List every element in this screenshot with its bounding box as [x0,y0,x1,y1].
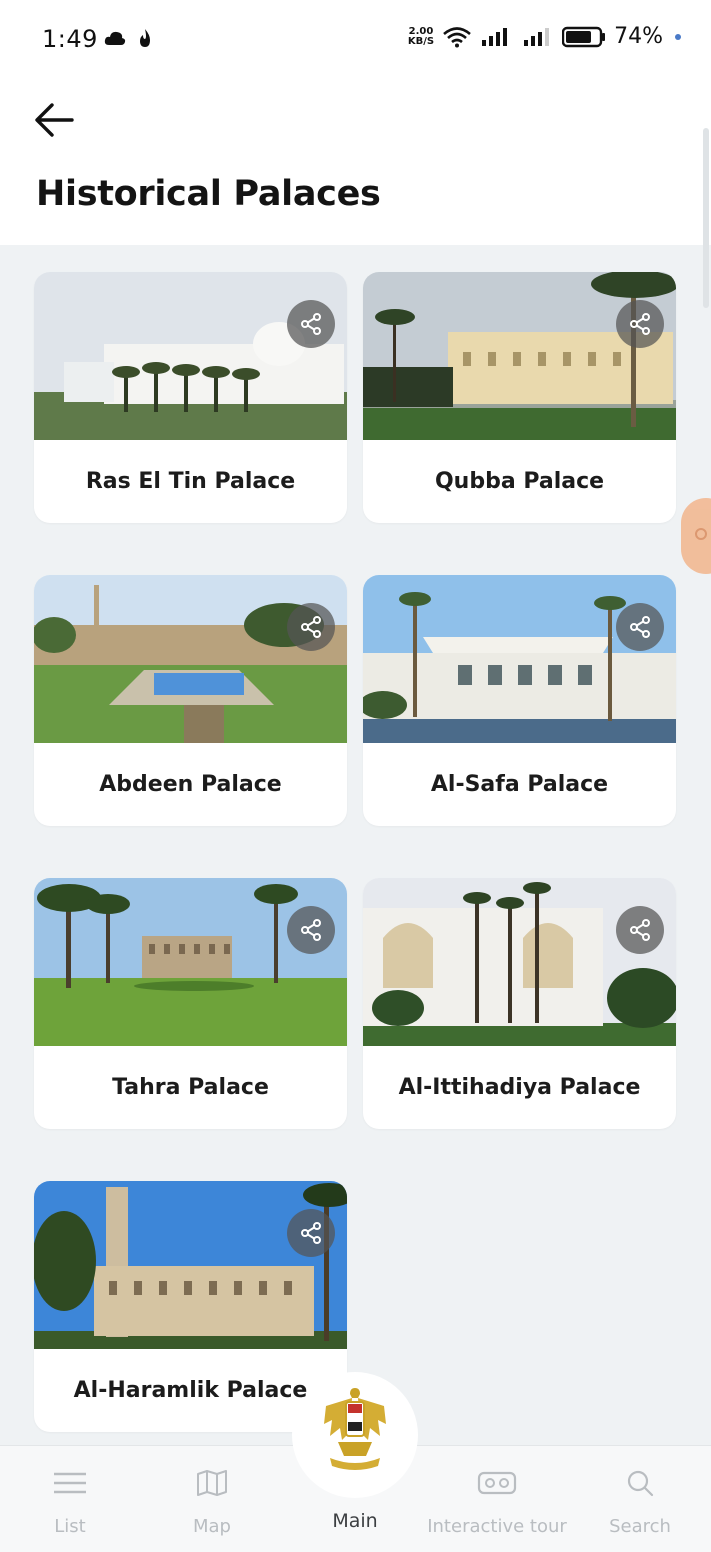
nav-label-list: List [54,1516,86,1537]
app-header: Historical Palaces [0,82,711,245]
status-dot [675,33,681,40]
nav-item-list[interactable]: List [30,1446,110,1552]
share-icon [301,919,321,941]
nav-item-interactive-tour[interactable]: Interactive tour [424,1446,570,1552]
nav-item-main[interactable]: Main [300,1384,410,1552]
share-icon [301,313,321,335]
palace-card[interactable]: Qubba Palace [363,272,676,523]
signal-icon [482,27,508,46]
scrollbar[interactable] [703,128,709,308]
back-button[interactable] [30,98,78,142]
palace-name: Ras El Tin Palace [85,469,296,494]
search-icon [625,1468,655,1498]
palace-card[interactable]: Al-Safa Palace [363,575,676,826]
share-button[interactable] [287,300,335,348]
palace-image [34,575,347,743]
nav-label-search: Search [609,1516,671,1537]
share-icon [630,616,650,638]
nav-item-map[interactable]: Map [172,1446,252,1552]
battery-percent: 74% [614,24,663,49]
nav-label-map: Map [193,1516,231,1537]
palace-card[interactable]: Al-Ittihadiya Palace [363,878,676,1129]
net-speed-value: 2.00 [408,25,434,37]
share-button[interactable] [616,906,664,954]
palace-photo [34,272,347,440]
vr-headset-icon [477,1468,517,1498]
palace-photo [363,272,676,440]
palace-name: Abdeen Palace [99,772,282,797]
palace-photo [363,878,676,1046]
nav-label-main: Main [332,1510,378,1532]
share-icon [630,919,650,941]
palace-image [363,878,676,1046]
net-speed-unit: KB/S [407,35,435,47]
battery-icon [562,26,606,47]
list-icon [53,1468,87,1498]
share-icon [301,1222,321,1244]
nav-item-search[interactable]: Search [600,1446,680,1552]
cloud-icon [104,31,126,45]
flame-icon [140,29,150,47]
palace-image [34,272,347,440]
palace-name: Qubba Palace [434,469,605,494]
status-notification-icons [104,28,152,48]
assistant-icon [695,528,707,540]
palace-image [34,1181,347,1349]
arrow-left-icon [35,103,74,137]
status-time: 1:49 [42,25,98,53]
palace-image [363,575,676,743]
palace-grid: Ras El Tin Palace Qubba Palace Abdeen Pa… [34,272,676,1432]
page-title: Historical Palaces [36,174,381,214]
status-right-icons: 2.00 KB/S 74% [408,24,681,49]
palace-name: Al-Safa Palace [430,772,609,797]
palace-name: Tahra Palace [112,1075,269,1100]
status-bar: 1:49 2.00 KB/S 74% [0,0,711,82]
signal-icon-2 [524,27,550,46]
net-speed: 2.00 KB/S [407,25,435,47]
palace-photo [34,1181,347,1349]
palace-card[interactable]: Abdeen Palace [34,575,347,826]
share-button[interactable] [287,906,335,954]
map-icon [196,1468,228,1498]
eagle-emblem-icon [324,1388,386,1470]
share-button[interactable] [287,1209,335,1257]
palace-image [34,878,347,1046]
palace-card[interactable]: Ras El Tin Palace [34,272,347,523]
wifi-icon [443,26,471,47]
floating-assistant-button[interactable] [681,498,711,574]
share-button[interactable] [287,603,335,651]
palace-name: Al-Ittihadiya Palace [398,1075,641,1100]
share-icon [630,313,650,335]
share-icon [301,616,321,638]
palace-photo [363,575,676,743]
share-button[interactable] [616,300,664,348]
palace-photo [34,575,347,743]
palace-card[interactable]: Tahra Palace [34,878,347,1129]
share-button[interactable] [616,603,664,651]
palace-photo [34,878,347,1046]
nav-label-interactive-tour: Interactive tour [427,1516,567,1537]
palace-image [363,272,676,440]
